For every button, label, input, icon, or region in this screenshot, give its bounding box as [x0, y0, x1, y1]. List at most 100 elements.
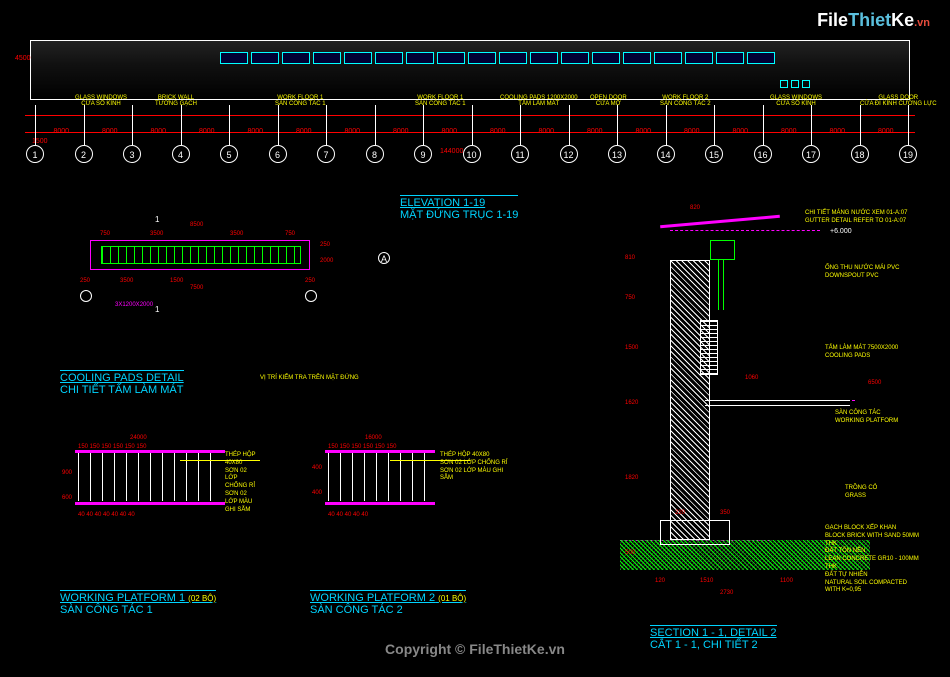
roof-slope [660, 215, 780, 228]
bay-dim-2: 8000 [102, 128, 118, 135]
p1-vmarks: 150 150 150 150 150 150 [78, 444, 146, 450]
cooling-title-vn: CHI TIẾT TẤM LÀM MÁT [60, 384, 184, 396]
cooling-pads-detail: 1 1 A 8500 750 3500 3500 750 250 3500 15… [60, 230, 360, 350]
bay-dim-4: 8000 [199, 128, 215, 135]
bay-dim-3: 8000 [151, 128, 167, 135]
p1-note1: THÉP HỘP 40X80 [225, 452, 255, 466]
cooling-location-note: VỊ TRÍ KIỂM TRA TRÊN MẶT ĐỨNG [260, 375, 359, 381]
p2-hgap: 400 [312, 490, 322, 496]
grid-bubble-7: 7 [317, 145, 335, 163]
grid-bubble-3: 3 [123, 145, 141, 163]
grid-tick-4 [181, 105, 182, 145]
sec-v3: 1500 [625, 345, 638, 351]
bay-dim-12: 8000 [587, 128, 603, 135]
sec-v1: 810 [625, 255, 635, 261]
clerestory-windows [220, 52, 775, 64]
bay-dim-14: 8000 [684, 128, 700, 135]
plat1-note: THÉP HỘP 40X80 SƠN 02 LỚP CHỐNG RỈ SƠN 0… [225, 452, 260, 514]
sec-v2: 750 [625, 295, 635, 301]
plat2-title: WORKING PLATFORM 2 (01 BỘ) SÀN CÔNG TÁC … [310, 590, 466, 616]
sec-wallt: 220 [675, 510, 685, 516]
grid-tick-19 [908, 105, 909, 145]
grid-bubble-6: 6 [269, 145, 287, 163]
grid-bubble-11: 11 [511, 145, 529, 163]
note-cool: TẤM LÀM MÁT 7500X2000COOLING PADS [825, 345, 898, 361]
elev-callout-2: WORK FLOOR 1SÀN CÔNG TÁC 1 [275, 95, 326, 107]
cooling-pad-section [700, 320, 718, 375]
footing [660, 520, 730, 545]
grid-bubble-14: 14 [657, 145, 675, 163]
downspout [718, 260, 724, 310]
gutter [710, 240, 735, 260]
elev-callout-4: COOLING PADS 1200X2000TẤM LÀM MÁT [500, 95, 578, 107]
grid-bubble-16: 16 [754, 145, 772, 163]
cp-h1: 250 [320, 242, 330, 248]
elev-callout-5: OPEN DOORCỬA MỞ [590, 95, 627, 107]
sec-v5: 1820 [625, 475, 638, 481]
level-top: +6.000 [830, 228, 852, 235]
bay-dim-18: 8000 [878, 128, 894, 135]
grid-bubble-12: 12 [560, 145, 578, 163]
p1-gap: 600 [62, 495, 72, 501]
grid-tick-13 [617, 105, 618, 145]
grid-tick-5 [229, 105, 230, 145]
sec-v6: 500 [625, 550, 635, 556]
elev-callout-6: WORK FLOOR 2SÀN CÔNG TÁC 2 [660, 95, 711, 107]
grid-tick-15 [714, 105, 715, 145]
note-plat: SÀN CÔNG TÁCWORKING PLATFORM [835, 410, 898, 426]
cp-size: 3X1200X2000 [115, 302, 153, 308]
sec-side: 1060 [745, 375, 758, 381]
cooling-pads-strip [101, 246, 301, 264]
bay-dim-13: 8000 [636, 128, 652, 135]
cooling-title: COOLING PADS DETAIL CHI TIẾT TẤM LÀM MÁT [60, 370, 184, 396]
elev-callout-0: GLASS WINDOWSCỬA SỔ KÍNH [75, 95, 127, 107]
elev-callout-7: GLASS WINDOWSCỬA SỔ KÍNH [770, 95, 822, 107]
plat2-title-vn: SÀN CÔNG TÁC 2 [310, 604, 466, 616]
column-circle-right [305, 290, 317, 302]
column-circle-left [80, 290, 92, 302]
copyright-text: Copyright © FileThietKe.vn [385, 641, 565, 657]
sec-htotal: 2730 [720, 590, 733, 596]
bay-dim-15: 8000 [733, 128, 749, 135]
bay-dim-8: 8000 [393, 128, 409, 135]
bay-dim-10: 8000 [490, 128, 506, 135]
grid-bubble-15: 15 [705, 145, 723, 163]
grid-bubble-8: 8 [366, 145, 384, 163]
p1-width: 24000 [130, 435, 147, 441]
cp-d2: 3500 [150, 231, 163, 237]
cp-s1: 250 [80, 278, 90, 284]
sec-top-dim: 820 [690, 205, 700, 211]
grid-tick-2 [84, 105, 85, 145]
working-platform-1: THÉP HỘP 40X80 SƠN 02 LỚP CHỐNG RỈ SƠN 0… [60, 430, 260, 550]
elev-callout-3: WORK FLOOR 1SÀN CÔNG TÁC 1 [415, 95, 466, 107]
plat1-title-vn: SÀN CÔNG TÁC 1 [60, 604, 216, 616]
elevation-title-en: ELEVATION 1-19 [400, 195, 518, 209]
section-title-vn: CẮT 1 - 1, CHI TIẾT 2 [650, 639, 777, 651]
cp-d4: 750 [285, 231, 295, 237]
sec-h3: 1100 [780, 578, 793, 584]
sec-ext: 350 [720, 510, 730, 516]
bay-dim-7: 8000 [345, 128, 361, 135]
elev-height-dim: 4500 [15, 55, 31, 62]
grid-tick-14 [666, 105, 667, 145]
plat2-title-en: WORKING PLATFORM 2 (01 BỘ) [310, 590, 466, 604]
elev-callout-8: GLASS DOORCỬA ĐI KÍNH CƯỜNG LỰC [860, 95, 937, 107]
building-outline [30, 40, 910, 100]
bay-dim-17: 8000 [830, 128, 846, 135]
small-windows [780, 80, 810, 88]
cp-d1: 750 [100, 231, 110, 237]
cp-s5: 250 [305, 278, 315, 284]
grid-tick-11 [520, 105, 521, 145]
plat2-note: THÉP HỘP 40X80 SƠN 02 LỚP CHỐNG RỈ SƠN 0… [440, 452, 510, 483]
cp-s4: 7500 [190, 285, 203, 291]
section-detail: 820 +6.000 810 750 1500 1620 1820 500 65… [570, 200, 920, 620]
p2-hmarks: 40 40 40 40 40 [328, 512, 368, 518]
grid-bubble-18: 18 [851, 145, 869, 163]
grid-bubble-10: 10 [463, 145, 481, 163]
p2-note1: THÉP HỘP 40X80 [440, 452, 489, 458]
grid-tick-7 [326, 105, 327, 145]
grid-bubble-9: 9 [414, 145, 432, 163]
bay-dim-16: 8000 [781, 128, 797, 135]
cp-h2: 2000 [320, 258, 333, 264]
working-floor [705, 400, 850, 406]
